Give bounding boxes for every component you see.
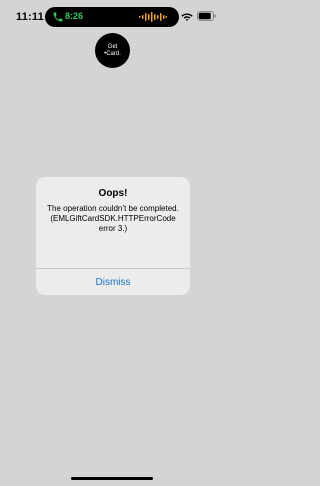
status-bar: 11:11 8:26 — [0, 0, 224, 34]
wifi-icon — [181, 13, 193, 21]
alert-title: Oops! — [98, 188, 128, 199]
status-time: 11:11 — [16, 11, 44, 23]
error-alert: Oops! The operation couldn’t be complete… — [36, 177, 190, 295]
dynamic-island[interactable]: 8:26 — [45, 7, 179, 27]
logo-line-2: •Card. — [104, 50, 121, 57]
logo-line-1: Get — [107, 43, 118, 50]
call-duration: 8:26 — [65, 11, 84, 21]
waveform-icon — [139, 12, 167, 22]
phone-icon — [53, 12, 63, 22]
getcard-logo: Get •Card. — [95, 33, 130, 68]
dismiss-button[interactable]: Dismiss — [36, 269, 190, 295]
battery-icon — [197, 11, 216, 21]
alert-message: The operation couldn’t be completed. (EM… — [47, 204, 179, 233]
home-indicator[interactable] — [71, 477, 153, 480]
